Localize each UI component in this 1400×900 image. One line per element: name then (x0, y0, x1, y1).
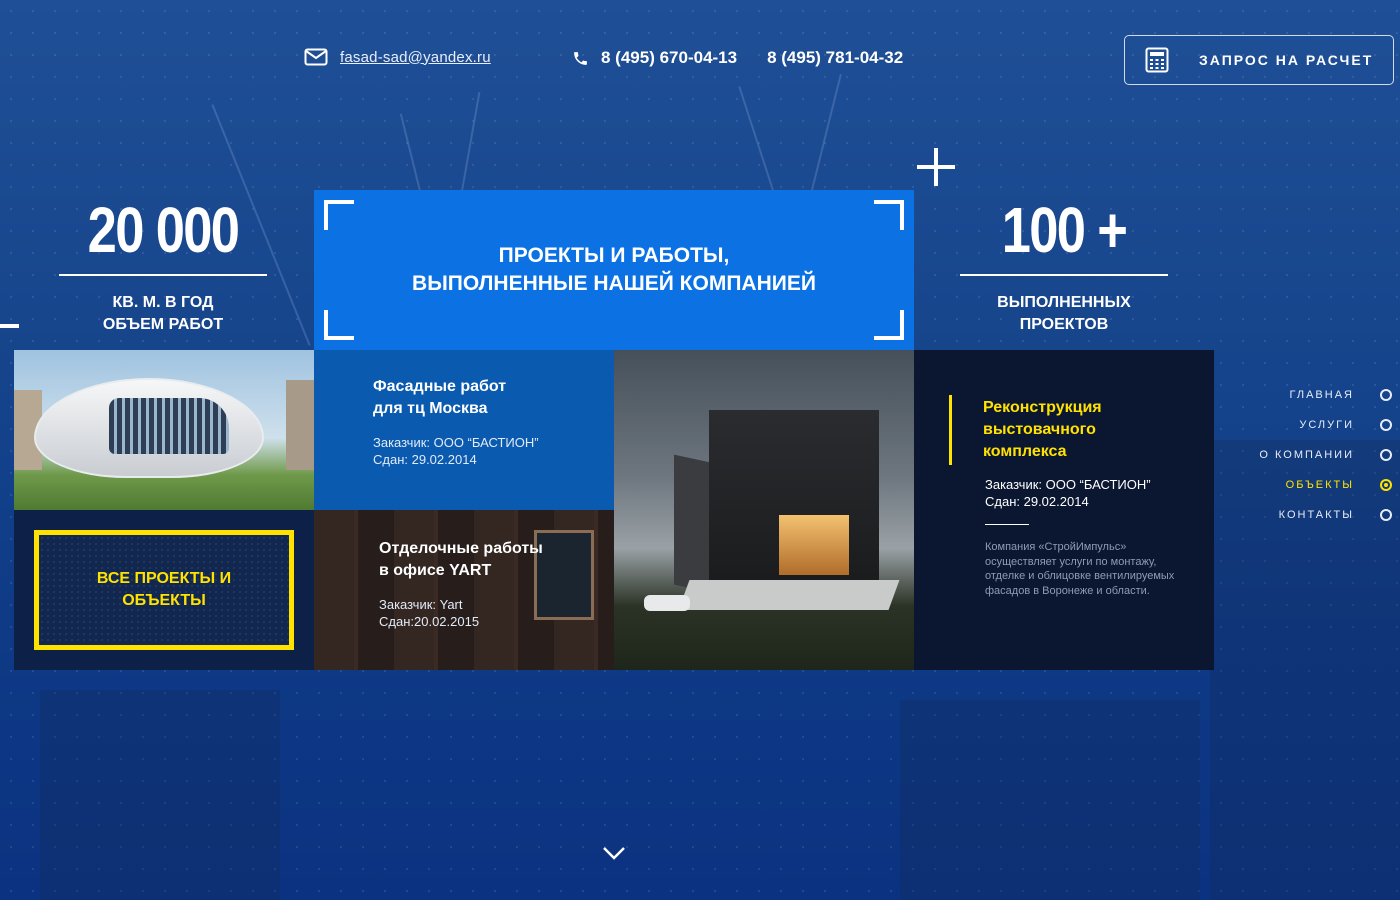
phone-number-1[interactable]: 8 (495) 670-04-13 (601, 48, 737, 68)
corner-bracket (324, 200, 354, 230)
stat-caption: КВ. М. В ГОД ОБЪЕМ РАБОТ (102, 294, 224, 333)
header-email: fasad-sad@yandex.ru (304, 48, 491, 66)
corner-bracket (874, 310, 904, 340)
nav-label: КОНТАКТЫ (1278, 509, 1354, 521)
stat-caption: ВЫПОЛНЕННЫХ ПРОЕКТОВ (997, 294, 1131, 333)
phone-icon (574, 51, 587, 65)
stat-value: 20 000 (87, 194, 240, 266)
nav-dot-active-icon (1380, 479, 1392, 491)
stat-area-per-year: 20 000 КВ. М. В ГОД ОБЪЕМ РАБОТ (59, 192, 267, 336)
section-title: ПРОЕКТЫ И РАБОТЫ, ВЫПОЛНЕННЫЕ НАШЕЙ КОМП… (412, 244, 816, 295)
phone-number-2[interactable]: 8 (495) 781-04-32 (767, 48, 903, 68)
calculator-icon (1145, 47, 1169, 73)
corner-bracket (874, 200, 904, 230)
nav-label: УСЛУГИ (1299, 419, 1354, 431)
request-quote-label: ЗАПРОС НА РАСЧЕТ (1199, 52, 1374, 68)
featured-project-card[interactable]: Реконструкция выстовачного комплекса Зак… (914, 350, 1214, 670)
nav-item-services[interactable]: УСЛУГИ (1259, 410, 1392, 440)
project-meta: Заказчик: Yart Сдан:20.02.2015 (379, 597, 480, 629)
nav-dot-icon (1380, 389, 1392, 401)
nav-item-objects[interactable]: ОБЪЕКТЫ (1259, 470, 1392, 500)
corner-bracket (324, 310, 354, 340)
featured-project-description: Компания «СтройИмпульс» осуществляет усл… (985, 541, 1175, 597)
nav-item-about[interactable]: О КОМПАНИИ (1259, 440, 1392, 470)
featured-project-meta: Заказчик: ООО “БАСТИОН” Сдан: 29.02.2014 (985, 477, 1151, 509)
left-dash-decoration (0, 324, 19, 328)
mail-icon (304, 48, 328, 66)
project-card-yart-office[interactable]: Отделочные работы в офисе YART Заказчик:… (314, 510, 614, 670)
nav-label: ОБЪЕКТЫ (1285, 479, 1354, 491)
project-meta: Заказчик: ООО “БАСТИОН” Сдан: 29.02.2014 (373, 435, 539, 467)
project-photo-modern-house[interactable] (614, 350, 914, 670)
all-projects-tile: ВСЕ ПРОЕКТЫ И ОБЪЕКТЫ (14, 510, 314, 670)
nav-dot-icon (1380, 419, 1392, 431)
nav-label: ГЛАВНАЯ (1289, 389, 1354, 401)
request-quote-button[interactable]: ЗАПРОС НА РАСЧЕТ (1124, 35, 1394, 85)
divider (985, 524, 1029, 525)
nav-item-home[interactable]: ГЛАВНАЯ (1259, 380, 1392, 410)
stat-divider (59, 274, 267, 276)
project-card-facade-moscow[interactable]: Фасадные работ для тц Москва Заказчик: О… (314, 350, 614, 510)
nav-dot-icon (1380, 449, 1392, 461)
section-heading-box: ПРОЕКТЫ И РАБОТЫ, ВЫПОЛНЕННЫЕ НАШЕЙ КОМП… (314, 190, 914, 350)
nav-item-contacts[interactable]: КОНТАКТЫ (1259, 500, 1392, 530)
project-photo-exhibition-building[interactable] (14, 350, 314, 510)
stat-completed-projects: 100 + ВЫПОЛНЕННЫХ ПРОЕКТОВ (960, 192, 1168, 336)
accent-bar (949, 395, 952, 465)
featured-project-title: Реконструкция выстовачного комплекса (983, 399, 1102, 460)
nav-label: О КОМПАНИИ (1259, 449, 1354, 461)
email-link[interactable]: fasad-sad@yandex.ru (340, 49, 491, 66)
chevron-down-icon[interactable] (600, 842, 628, 864)
project-title: Отделочные работы в офисе YART (379, 540, 543, 579)
nav-dot-icon (1380, 509, 1392, 521)
plus-decoration-icon (917, 146, 955, 186)
stat-divider (960, 274, 1168, 276)
stat-value: 100 + (1001, 194, 1128, 266)
header-phones: 8 (495) 670-04-13 8 (495) 781-04-32 (572, 48, 903, 68)
side-navigation: ГЛАВНАЯ УСЛУГИ О КОМПАНИИ ОБЪЕКТЫ КОНТАК… (1259, 380, 1392, 530)
all-projects-button[interactable]: ВСЕ ПРОЕКТЫ И ОБЪЕКТЫ (34, 530, 294, 650)
project-title: Фасадные работ для тц Москва (373, 378, 507, 417)
